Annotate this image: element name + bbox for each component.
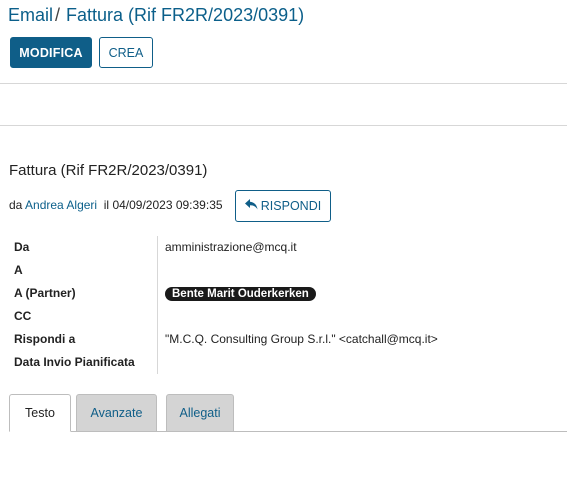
- create-button[interactable]: CREA: [99, 37, 153, 68]
- tab-bar: Testo Avanzate Allegati: [9, 394, 567, 432]
- divider: [0, 125, 567, 126]
- partner-badge[interactable]: Bente Marit Ouderkerken: [165, 287, 316, 301]
- breadcrumb-current: Fattura (Rif FR2R/2023/0391): [66, 5, 305, 25]
- field-row-to: A: [10, 259, 450, 282]
- field-row-partner: A (Partner) Bente Marit Ouderkerken: [10, 282, 450, 305]
- reply-icon: [244, 199, 258, 213]
- field-label: A (Partner): [14, 286, 76, 300]
- field-label: A: [14, 263, 23, 277]
- breadcrumb-separator: /: [55, 5, 61, 25]
- fields-divider: [157, 236, 158, 374]
- author-link[interactable]: Andrea Algeri: [25, 198, 97, 212]
- message-date: 04/09/2023 09:39:35: [112, 198, 223, 212]
- tab-attachments[interactable]: Allegati: [166, 394, 234, 432]
- field-label: Da: [14, 240, 30, 254]
- field-row-cc: CC: [10, 305, 450, 328]
- breadcrumb-root-link[interactable]: Email: [8, 5, 53, 25]
- field-label: Data Invio Pianificata: [14, 355, 135, 369]
- message-meta: da Andrea Algeri il 04/09/2023 09:39:35: [9, 198, 223, 212]
- by-prefix: da: [9, 198, 23, 212]
- field-label: CC: [14, 309, 32, 323]
- field-value: Bente Marit Ouderkerken: [165, 286, 316, 301]
- header-fields: Da amministrazione@mcq.it A A (Partner) …: [10, 236, 450, 374]
- field-row-scheduled-date: Data Invio Pianificata: [10, 351, 450, 374]
- reply-label: RISPONDI: [260, 199, 322, 213]
- message-subject: Fattura (Rif FR2R/2023/0391): [9, 162, 208, 179]
- field-row-from: Da amministrazione@mcq.it: [10, 236, 450, 259]
- field-label: Rispondi a: [14, 332, 76, 346]
- divider: [0, 83, 567, 84]
- tab-advanced[interactable]: Avanzate: [76, 394, 157, 432]
- date-prefix: il: [103, 198, 110, 212]
- field-value: amministrazione@mcq.it: [165, 240, 297, 254]
- reply-button[interactable]: RISPONDI: [235, 190, 331, 222]
- breadcrumb: Email / Fattura (Rif FR2R/2023/0391): [8, 5, 304, 26]
- field-row-reply-to: Rispondi a "M.C.Q. Consulting Group S.r.…: [10, 328, 450, 351]
- field-value: "M.C.Q. Consulting Group S.r.l." <catcha…: [165, 332, 438, 346]
- edit-button[interactable]: MODIFICA: [10, 37, 92, 68]
- tab-text[interactable]: Testo: [9, 394, 71, 432]
